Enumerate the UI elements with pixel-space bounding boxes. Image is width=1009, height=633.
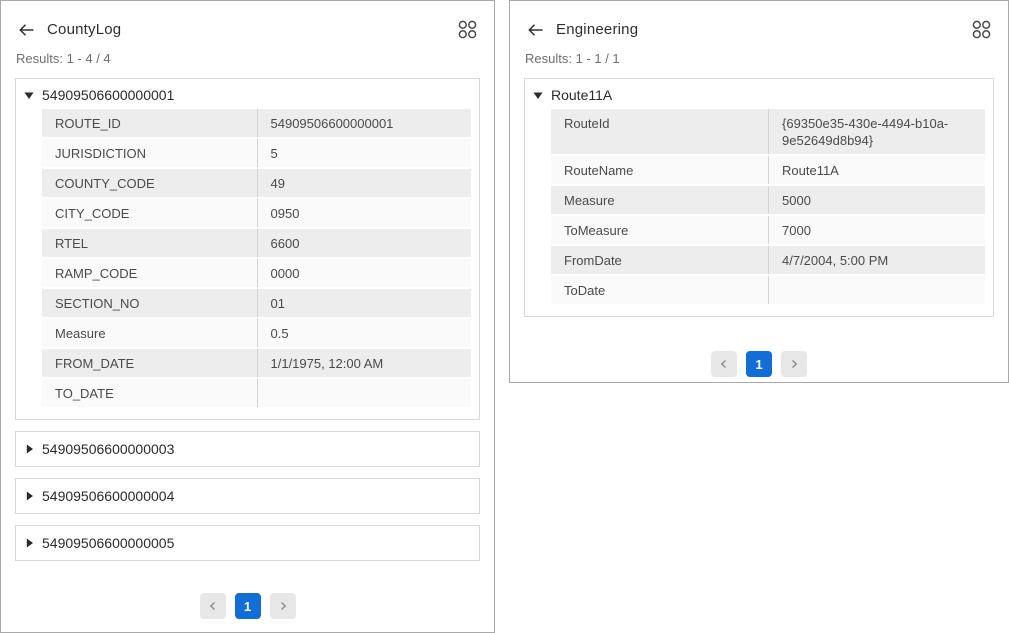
next-page-button[interactable] xyxy=(270,593,296,619)
caret-right-icon xyxy=(24,491,34,501)
field-value: {69350e35-430e-4494-b10a-9e52649d8b94} xyxy=(768,109,985,154)
feature-title: Route11A xyxy=(551,87,612,103)
table-row: RouteId {69350e35-430e-4494-b10a-9e52649… xyxy=(551,109,985,154)
caret-right-icon xyxy=(24,444,34,454)
field-label: TO_DATE xyxy=(42,379,257,407)
field-label: ToDate xyxy=(551,276,768,304)
grid-circles-icon[interactable] xyxy=(971,19,992,40)
table-row: Measure 0.5 xyxy=(42,319,471,347)
field-label: COUNTY_CODE xyxy=(42,169,257,197)
table-row: JURISDICTION 5 xyxy=(42,139,471,167)
caret-down-icon xyxy=(24,90,34,100)
table-row: ToDate xyxy=(551,276,985,304)
field-value: 0.5 xyxy=(257,319,472,347)
field-label: FromDate xyxy=(551,246,768,274)
field-label: FROM_DATE xyxy=(42,349,257,377)
field-value: 0950 xyxy=(257,199,472,227)
field-label: RouteName xyxy=(551,156,768,184)
feature-info-panel-countylog: CountyLog Results: 1 - 4 / 4 54909506600… xyxy=(0,0,495,633)
field-value: 6600 xyxy=(257,229,472,257)
attribute-table: RouteId {69350e35-430e-4494-b10a-9e52649… xyxy=(551,109,985,304)
results-count: Results: 1 - 4 / 4 xyxy=(1,40,494,78)
back-arrow-icon[interactable] xyxy=(17,21,35,39)
caret-right-icon xyxy=(24,538,34,548)
field-value: 5000 xyxy=(768,186,985,214)
feature-accordion-header[interactable]: 54909506600000001 xyxy=(16,79,479,109)
results-count: Results: 1 - 1 / 1 xyxy=(510,40,1008,78)
table-row: FROM_DATE 1/1/1975, 12:00 AM xyxy=(42,349,471,377)
back-arrow-icon[interactable] xyxy=(526,21,544,39)
field-value: 54909506600000001 xyxy=(257,109,472,137)
field-label: RouteId xyxy=(551,109,768,154)
page-number-button[interactable]: 1 xyxy=(746,351,772,377)
pagination: 1 xyxy=(510,351,1008,377)
field-label: Measure xyxy=(551,186,768,214)
feature-accordion-header-collapsed[interactable]: 54909506600000005 xyxy=(15,525,480,561)
feature-title: 54909506600000004 xyxy=(42,488,174,504)
table-row: ROUTE_ID 54909506600000001 xyxy=(42,109,471,137)
table-row: FromDate 4/7/2004, 5:00 PM xyxy=(551,246,985,274)
grid-circles-icon[interactable] xyxy=(457,19,478,40)
field-value: 7000 xyxy=(768,216,985,244)
panel-title: CountyLog xyxy=(47,21,121,38)
table-row: RTEL 6600 xyxy=(42,229,471,257)
field-label: RAMP_CODE xyxy=(42,259,257,287)
field-value: 1/1/1975, 12:00 AM xyxy=(257,349,472,377)
field-value: 4/7/2004, 5:00 PM xyxy=(768,246,985,274)
feature-info-panel-engineering: Engineering Results: 1 - 1 / 1 Route11A … xyxy=(509,0,1009,383)
feature-card-expanded: 54909506600000001 ROUTE_ID 5490950660000… xyxy=(15,78,480,420)
table-row: ToMeasure 7000 xyxy=(551,216,985,244)
feature-accordion-header[interactable]: Route11A xyxy=(525,79,993,109)
field-value xyxy=(768,276,985,304)
field-value xyxy=(257,379,472,407)
page-number-button[interactable]: 1 xyxy=(235,593,261,619)
caret-down-icon xyxy=(533,90,543,100)
panel-header: CountyLog xyxy=(1,1,494,40)
feature-title: 54909506600000001 xyxy=(42,87,174,103)
pagination: 1 xyxy=(1,593,494,619)
panel-title: Engineering xyxy=(556,21,638,38)
table-row: RouteName Route11A xyxy=(551,156,985,184)
feature-title: 54909506600000003 xyxy=(42,441,174,457)
table-row: CITY_CODE 0950 xyxy=(42,199,471,227)
field-label: ToMeasure xyxy=(551,216,768,244)
panel-header: Engineering xyxy=(510,1,1008,40)
field-value: 49 xyxy=(257,169,472,197)
field-value: 5 xyxy=(257,139,472,167)
table-row: SECTION_NO 01 xyxy=(42,289,471,317)
prev-page-button[interactable] xyxy=(711,351,737,377)
field-label: RTEL xyxy=(42,229,257,257)
table-row: RAMP_CODE 0000 xyxy=(42,259,471,287)
attribute-table: ROUTE_ID 54909506600000001 JURISDICTION … xyxy=(42,109,471,407)
table-row: TO_DATE xyxy=(42,379,471,407)
field-label: Measure xyxy=(42,319,257,347)
feature-accordion-header-collapsed[interactable]: 54909506600000004 xyxy=(15,478,480,514)
field-label: ROUTE_ID xyxy=(42,109,257,137)
feature-accordion-header-collapsed[interactable]: 54909506600000003 xyxy=(15,431,480,467)
field-value: Route11A xyxy=(768,156,985,184)
field-label: SECTION_NO xyxy=(42,289,257,317)
table-row: Measure 5000 xyxy=(551,186,985,214)
feature-title: 54909506600000005 xyxy=(42,535,174,551)
field-label: JURISDICTION xyxy=(42,139,257,167)
field-value: 01 xyxy=(257,289,472,317)
feature-card-expanded: Route11A RouteId {69350e35-430e-4494-b10… xyxy=(524,78,994,317)
next-page-button[interactable] xyxy=(781,351,807,377)
table-row: COUNTY_CODE 49 xyxy=(42,169,471,197)
field-label: CITY_CODE xyxy=(42,199,257,227)
prev-page-button[interactable] xyxy=(200,593,226,619)
field-value: 0000 xyxy=(257,259,472,287)
